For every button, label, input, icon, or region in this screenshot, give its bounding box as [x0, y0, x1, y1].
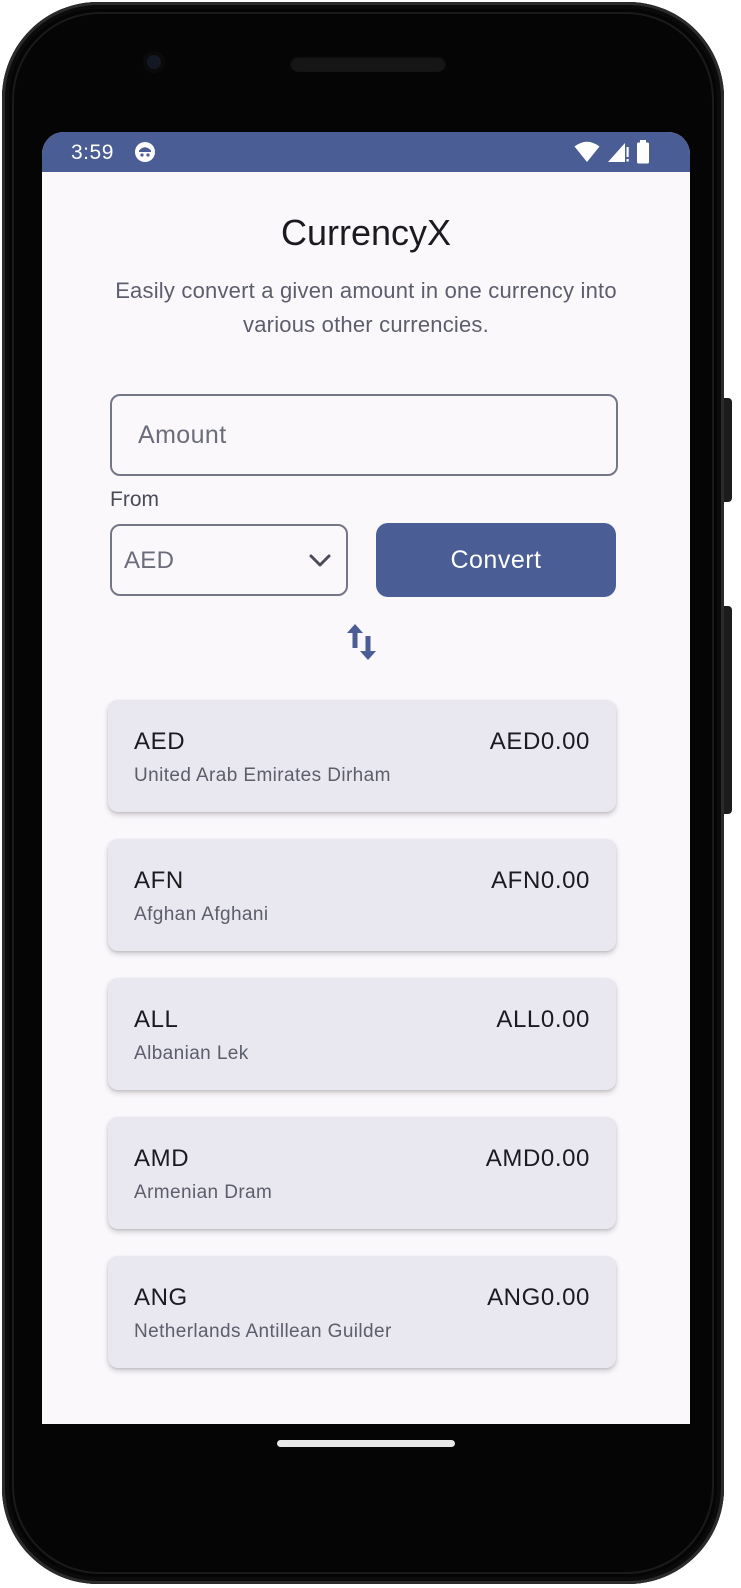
currency-card[interactable]: AFN Afghan Afghani AFN0.00 — [108, 839, 616, 951]
front-camera — [143, 51, 165, 73]
currency-card[interactable]: ALL Albanian Lek ALL0.00 — [108, 978, 616, 1090]
app-screen: 3:59 CurrencyX Easily convert a given am… — [42, 132, 690, 1424]
convert-button[interactable]: Convert — [376, 523, 616, 597]
currency-name: Armenian Dram — [134, 1182, 273, 1203]
currency-name: Albanian Lek — [134, 1043, 249, 1064]
currency-card[interactable]: AMD Armenian Dram AMD0.00 — [108, 1117, 616, 1229]
currency-amount: ALL0.00 — [496, 1006, 590, 1033]
app-subtitle: Easily convert a given amount in one cur… — [115, 278, 617, 337]
currency-code: AMD — [134, 1145, 190, 1172]
currency-name: United Arab Emirates Dirham — [134, 765, 391, 786]
swap-vertical-icon — [347, 624, 376, 660]
from-currency-dropdown[interactable]: AED — [110, 524, 348, 596]
power-button[interactable] — [724, 398, 732, 502]
currency-code: ANG — [134, 1284, 188, 1311]
earpiece-speaker — [290, 56, 446, 72]
device-frame: 3:59 CurrencyX Easily convert a given am… — [0, 0, 741, 1588]
chevron-down-icon — [309, 554, 331, 567]
home-indicator[interactable] — [277, 1440, 455, 1447]
currency-card[interactable]: AED United Arab Emirates Dirham AED0.00 — [108, 700, 616, 812]
currency-name: Afghan Afghani — [134, 904, 269, 925]
signal-icon — [608, 143, 629, 162]
battery-icon — [637, 140, 649, 164]
app-title: CurrencyX — [280, 212, 452, 253]
currency-amount: AFN0.00 — [491, 867, 590, 894]
status-time: 3:59 — [71, 141, 114, 164]
app-notification-icon — [135, 142, 155, 162]
currency-amount: AMD0.00 — [485, 1145, 590, 1172]
swap-button[interactable] — [342, 620, 382, 664]
volume-rocker[interactable] — [724, 606, 732, 814]
from-label: From — [110, 488, 159, 511]
status-bar: 3:59 — [42, 132, 690, 172]
currency-card[interactable]: ANG Netherlands Antillean Guilder ANG0.0… — [108, 1256, 616, 1368]
currency-amount: AED0.00 — [489, 728, 590, 755]
amount-input[interactable] — [112, 396, 616, 474]
currency-code: ALL — [134, 1006, 179, 1033]
currency-code: AFN — [134, 867, 184, 894]
currency-name: Netherlands Antillean Guilder — [134, 1321, 392, 1342]
from-currency-value: AED — [124, 547, 175, 574]
wifi-icon — [574, 141, 600, 162]
currency-code: AED — [134, 728, 186, 755]
amount-field[interactable] — [110, 394, 618, 476]
currency-amount: ANG0.00 — [487, 1284, 590, 1311]
